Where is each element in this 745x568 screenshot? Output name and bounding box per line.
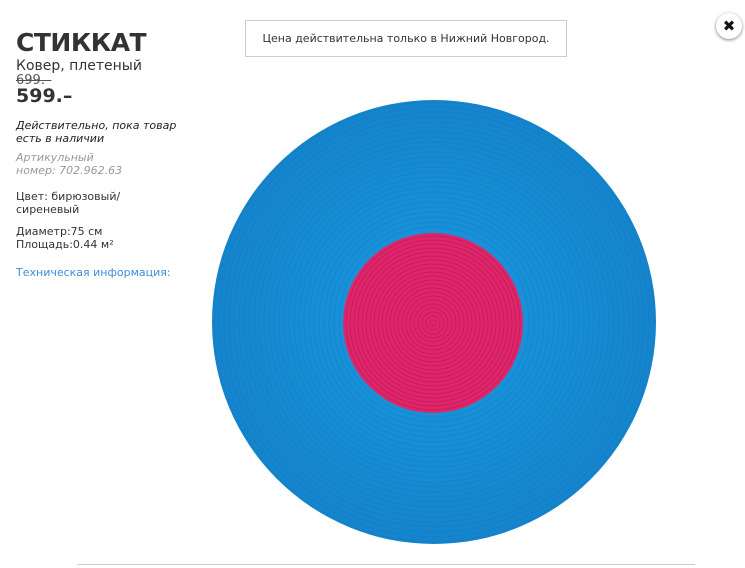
availability-note: Действительно, пока товар есть в наличии	[16, 119, 177, 145]
price-notice-text: Цена действительна только в Нижний Новго…	[262, 32, 550, 45]
article-number: Артикульный номер: 702.962.63	[16, 151, 123, 177]
area: Площадь:0.44 м²	[16, 238, 114, 251]
product-color: Цвет: бирюзовый/ сиреневый	[16, 190, 121, 216]
product-dimensions: Диаметр:75 см Площадь:0.44 м²	[16, 225, 186, 251]
product-image	[212, 100, 656, 544]
diameter: Диаметр:75 см	[16, 225, 103, 238]
close-button[interactable]: ✖	[716, 13, 742, 39]
price: 599.–	[16, 85, 73, 107]
price-notice: Цена действительна только в Нижний Новго…	[245, 20, 567, 57]
technical-info-link[interactable]: Техническая информация:	[16, 266, 186, 279]
product-title: СТИККАТ	[16, 28, 147, 57]
divider	[77, 564, 695, 565]
product-type: Ковер, плетеный	[16, 58, 142, 74]
close-icon: ✖	[722, 17, 736, 35]
